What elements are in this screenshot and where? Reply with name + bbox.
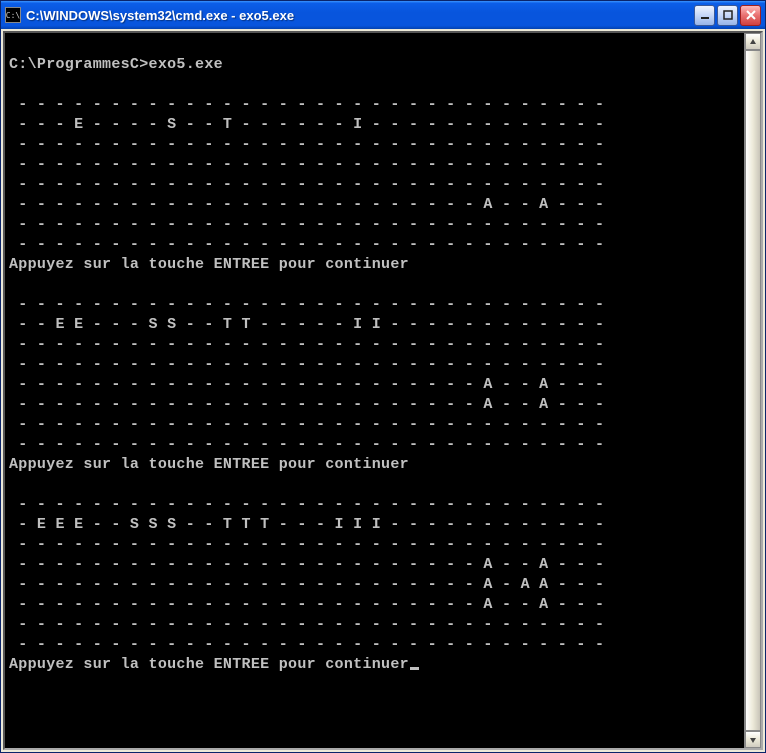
continue-prompt: Appuyez sur la touche ENTREE pour contin… bbox=[9, 456, 409, 473]
grid3-row: - - - - - - - - - - - - - - - - - - - - … bbox=[9, 636, 604, 653]
grid3-row: - E E E - - S S S - - T T T - - - I I I … bbox=[9, 516, 604, 533]
cursor bbox=[410, 667, 419, 670]
window-title: C:\WINDOWS\system32\cmd.exe - exo5.exe bbox=[26, 8, 694, 23]
grid3-row: - - - - - - - - - - - - - - - - - - - - … bbox=[9, 616, 604, 633]
close-button[interactable] bbox=[740, 5, 761, 26]
prompt-line: C:\ProgrammesC>exo5.exe bbox=[9, 56, 223, 73]
grid2-row: - - - - - - - - - - - - - - - - - - - - … bbox=[9, 336, 604, 353]
console-frame: C:\ProgrammesC>exo5.exe - - - - - - - - … bbox=[3, 31, 763, 750]
window-controls bbox=[694, 5, 761, 26]
grid1-row: - - - - - - - - - - - - - - - - - - - - … bbox=[9, 136, 604, 153]
grid2-row: - - - - - - - - - - - - - - - - - - - - … bbox=[9, 396, 604, 413]
grid1-row: - - - - - - - - - - - - - - - - - - - - … bbox=[9, 176, 604, 193]
maximize-button[interactable] bbox=[717, 5, 738, 26]
grid2-row: - - E E - - - S S - - T T - - - - - I I … bbox=[9, 316, 604, 333]
grid2-row: - - - - - - - - - - - - - - - - - - - - … bbox=[9, 356, 604, 373]
client-area: C:\ProgrammesC>exo5.exe - - - - - - - - … bbox=[1, 29, 765, 752]
blank-line bbox=[9, 276, 18, 293]
grid1-row: - - - E - - - - S - - T - - - - - - I - … bbox=[9, 116, 604, 133]
scroll-thumb[interactable] bbox=[745, 50, 761, 731]
blank-line bbox=[9, 76, 18, 93]
grid3-row: - - - - - - - - - - - - - - - - - - - - … bbox=[9, 536, 604, 553]
cmd-window: C:\ C:\WINDOWS\system32\cmd.exe - exo5.e… bbox=[0, 0, 766, 753]
grid1-row: - - - - - - - - - - - - - - - - - - - - … bbox=[9, 196, 604, 213]
grid3-row: - - - - - - - - - - - - - - - - - - - - … bbox=[9, 576, 604, 593]
cmd-icon: C:\ bbox=[5, 7, 21, 23]
grid2-row: - - - - - - - - - - - - - - - - - - - - … bbox=[9, 416, 604, 433]
scroll-down-button[interactable] bbox=[745, 731, 761, 748]
blank-line bbox=[9, 476, 18, 493]
grid1-row: - - - - - - - - - - - - - - - - - - - - … bbox=[9, 236, 604, 253]
grid2-row: - - - - - - - - - - - - - - - - - - - - … bbox=[9, 436, 604, 453]
grid2-row: - - - - - - - - - - - - - - - - - - - - … bbox=[9, 296, 604, 313]
scroll-track[interactable] bbox=[745, 50, 761, 731]
minimize-button[interactable] bbox=[694, 5, 715, 26]
grid1-row: - - - - - - - - - - - - - - - - - - - - … bbox=[9, 156, 604, 173]
blank-line bbox=[9, 36, 18, 53]
continue-prompt: Appuyez sur la touche ENTREE pour contin… bbox=[9, 256, 409, 273]
grid3-row: - - - - - - - - - - - - - - - - - - - - … bbox=[9, 596, 604, 613]
console-output[interactable]: C:\ProgrammesC>exo5.exe - - - - - - - - … bbox=[5, 33, 744, 748]
grid1-row: - - - - - - - - - - - - - - - - - - - - … bbox=[9, 96, 604, 113]
scroll-up-button[interactable] bbox=[745, 33, 761, 50]
vertical-scrollbar[interactable] bbox=[744, 33, 761, 748]
continue-prompt: Appuyez sur la touche ENTREE pour contin… bbox=[9, 656, 409, 673]
titlebar[interactable]: C:\ C:\WINDOWS\system32\cmd.exe - exo5.e… bbox=[1, 1, 765, 29]
grid3-row: - - - - - - - - - - - - - - - - - - - - … bbox=[9, 496, 604, 513]
grid3-row: - - - - - - - - - - - - - - - - - - - - … bbox=[9, 556, 604, 573]
grid1-row: - - - - - - - - - - - - - - - - - - - - … bbox=[9, 216, 604, 233]
grid2-row: - - - - - - - - - - - - - - - - - - - - … bbox=[9, 376, 604, 393]
